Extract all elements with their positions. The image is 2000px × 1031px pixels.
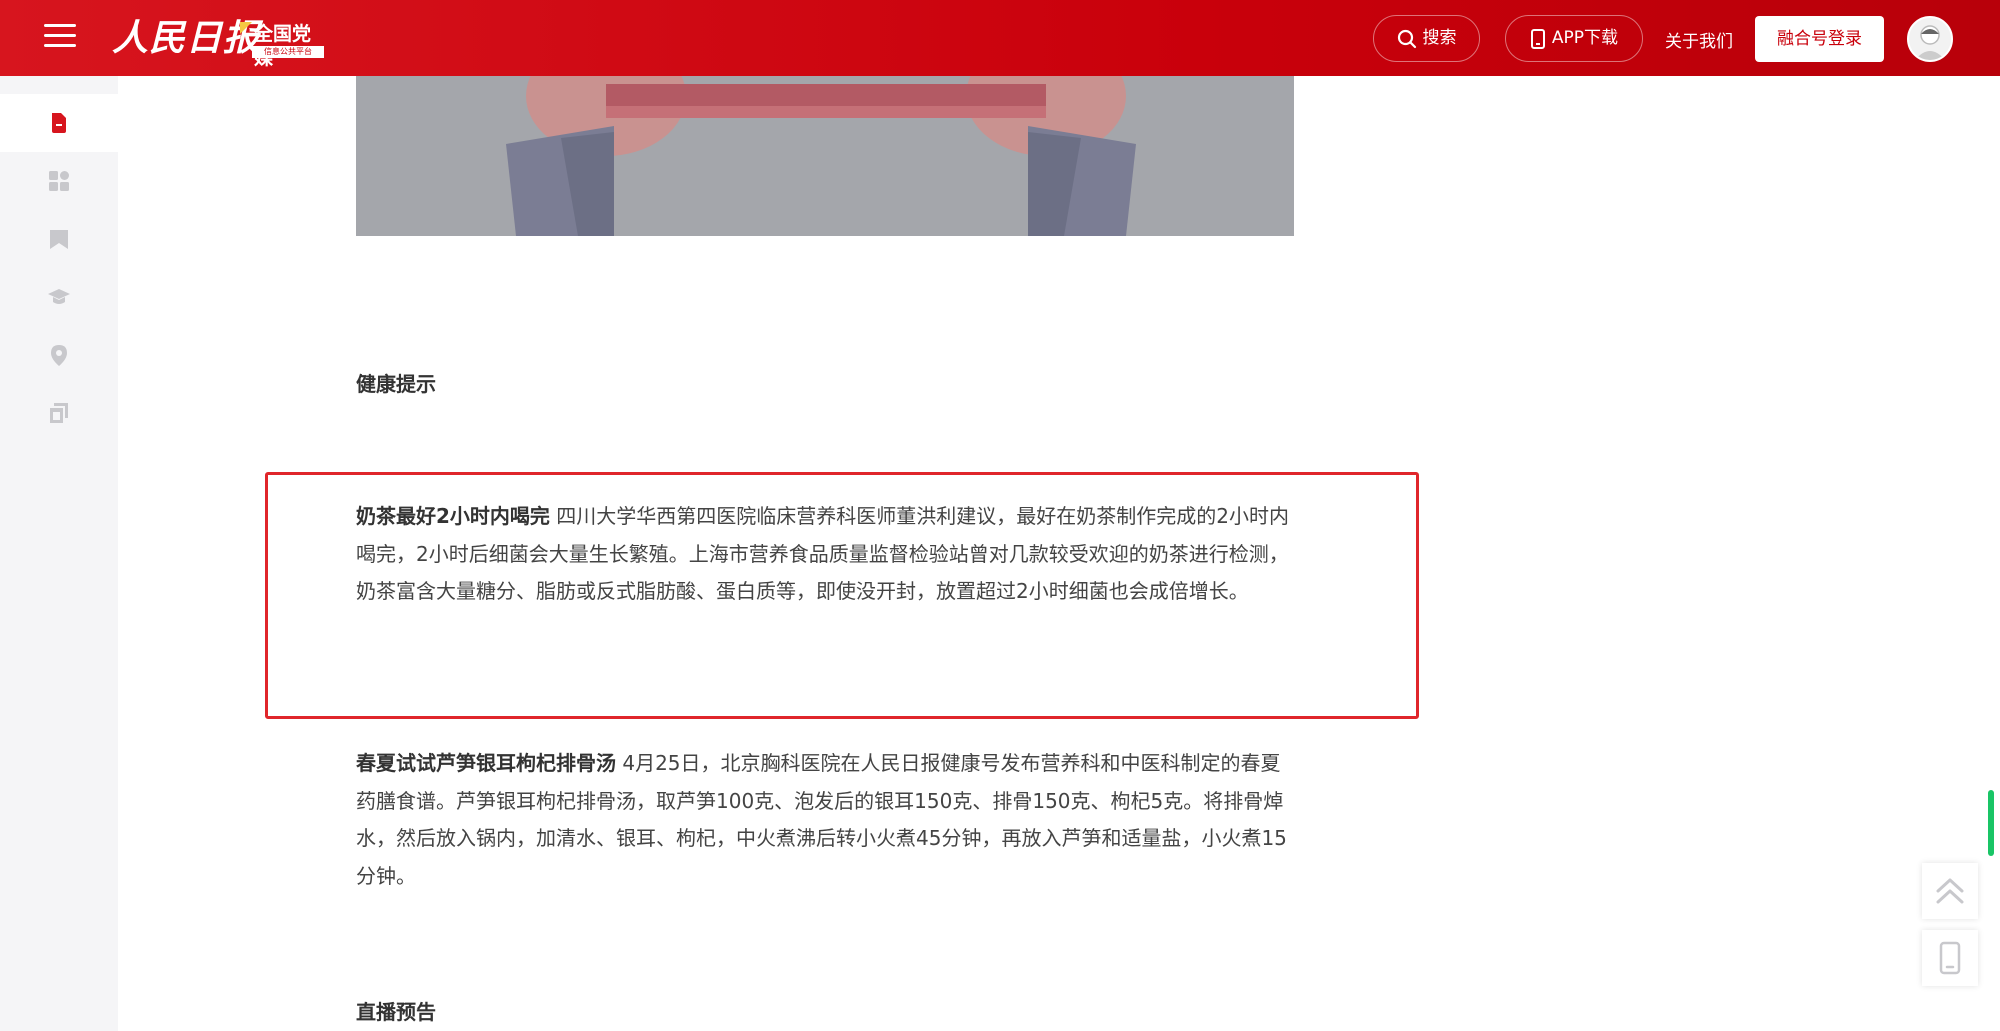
top-header: 人民日报 全国党媒 信息公共平台 搜索 APP下载 关于我们 融合号登录 [0,0,2000,76]
logo-badge-subtext: 信息公共平台 [252,46,324,58]
section-title-live-preview: 直播预告 [356,1000,436,1024]
search-icon [1397,29,1416,48]
app-download-button[interactable]: APP下载 [1505,15,1643,62]
sidebar-item-location[interactable] [0,326,118,384]
phone-icon [1939,941,1961,975]
sidebar-item-education[interactable] [0,268,118,326]
login-button[interactable]: 融合号登录 [1755,16,1884,62]
document-icon [52,113,66,133]
avatar[interactable] [1907,16,1953,62]
paragraph-lead: 春夏试试芦笋银耳枸杞排骨汤 [356,751,616,775]
menu-icon[interactable] [44,24,76,52]
article-paragraph: 奶茶最好2小时内喝完 四川大学华西第四医院临床营养科医师董洪利建议，最好在奶茶制… [356,498,1293,611]
paragraph-lead: 奶茶最好2小时内喝完 [356,504,550,528]
sidebar-item-copy[interactable] [0,384,118,442]
search-label: 搜索 [1422,28,1457,48]
phone-icon [1530,28,1545,49]
bookmark-icon [50,230,68,249]
graduation-cap-icon [48,289,70,304]
mobile-view-button[interactable] [1922,930,1978,986]
app-download-label: APP下载 [1551,28,1619,48]
left-sidebar [0,76,118,1031]
article-paragraph: 春夏试试芦笋银耳枸杞排骨汤 4月25日，北京胸科医院在人民日报健康号发布营养科和… [356,745,1293,895]
section-title-health-tips: 健康提示 [356,372,436,396]
double-chevron-up-icon [1936,878,1964,904]
location-pin-icon [51,345,67,366]
grid-icon [49,171,69,191]
about-us-link[interactable]: 关于我们 [1665,27,1733,52]
sidebar-item-grid[interactable] [0,152,118,210]
user-avatar-icon [1915,25,1945,60]
sidebar-item-bookmark[interactable] [0,210,118,268]
sidebar-item-article[interactable] [0,94,118,152]
copy-icon [50,403,68,423]
site-logo[interactable]: 人民日报 全国党媒 信息公共平台 [112,14,327,69]
back-to-top-button[interactable] [1922,863,1978,919]
logo-badge: 全国党媒 信息公共平台 [240,22,326,69]
article-illustration [356,76,1294,236]
logo-text: 人民日报 [112,17,261,59]
logo-badge-text: 全国党媒 [254,23,312,69]
search-button[interactable]: 搜索 [1373,15,1480,62]
scroll-indicator[interactable] [1988,790,1994,856]
